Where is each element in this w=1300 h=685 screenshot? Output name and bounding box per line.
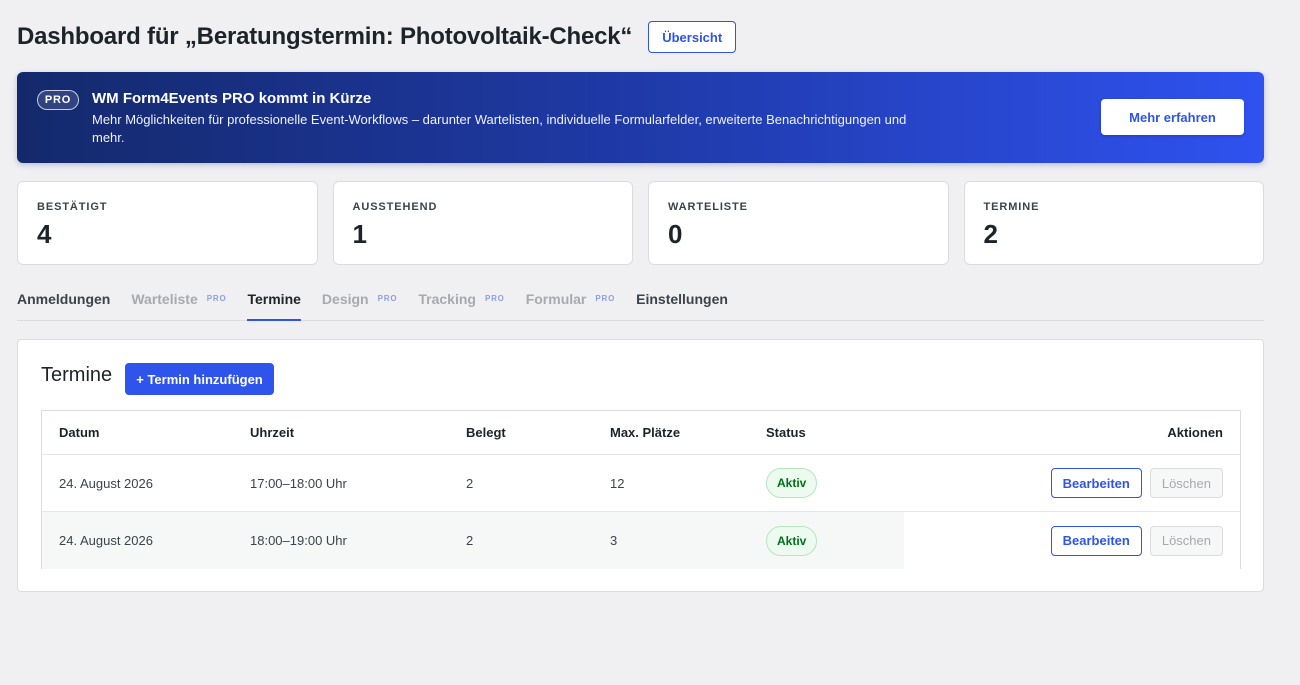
edit-button[interactable]: Bearbeiten	[1050, 468, 1142, 498]
stat-card-confirmed: BESTÄTIGT 4	[17, 181, 318, 265]
stats-row: BESTÄTIGT 4 AUSSTEHEND 1 WARTELISTE 0 TE…	[17, 181, 1264, 265]
cell-uhrzeit: 17:00–18:00 Uhr	[250, 475, 347, 491]
add-date-button[interactable]: + Termin hinzufügen	[125, 363, 274, 395]
stat-value: 1	[352, 219, 367, 249]
tab-warteliste[interactable]: Warteliste PRO	[131, 282, 226, 321]
overview-button[interactable]: Übersicht	[648, 21, 737, 53]
pro-tag: PRO	[484, 294, 505, 303]
cell-belegt: 2	[466, 475, 474, 491]
cell-belegt: 2	[466, 533, 474, 548]
dates-table: Datum Uhrzeit Belegt Max. Plätze Status …	[41, 410, 1241, 569]
tab-label: Warteliste	[131, 291, 198, 307]
termine-panel: Termine + Termin hinzufügen Datum Uhrzei…	[17, 339, 1264, 592]
row-actions: Bearbeiten Löschen	[1050, 512, 1223, 569]
tab-design[interactable]: Design PRO	[322, 282, 397, 321]
tab-label: Tracking	[418, 291, 476, 307]
tab-label: Termine	[247, 291, 301, 307]
column-header-datum: Datum	[59, 425, 100, 440]
page-header: Dashboard für „Beratungstermin: Photovol…	[17, 21, 737, 53]
panel-title: Termine	[41, 364, 113, 386]
cell-status: Aktiv	[766, 455, 818, 511]
tab-termine[interactable]: Termine	[247, 282, 301, 321]
tab-label: Einstellungen	[636, 291, 728, 307]
cell-uhrzeit: 18:00–19:00 Uhr	[250, 533, 347, 548]
column-header-max: Max. Plätze	[610, 425, 681, 440]
stat-value: 4	[37, 219, 52, 249]
pro-tag: PRO	[377, 294, 398, 303]
stat-card-dates: TERMINE 2	[963, 181, 1264, 265]
column-header-status: Status	[766, 425, 806, 440]
stat-label: TERMINE	[983, 201, 1040, 213]
row-actions: Bearbeiten Löschen	[1050, 455, 1223, 511]
column-header-belegt: Belegt	[466, 425, 506, 440]
stat-value: 0	[668, 219, 683, 249]
tab-anmeldungen[interactable]: Anmeldungen	[17, 282, 110, 321]
page-title: Dashboard für „Beratungstermin: Photovol…	[17, 23, 633, 50]
tab-bar: Anmeldungen Warteliste PRO Termine Desig…	[17, 282, 1264, 321]
table-header-row: Datum Uhrzeit Belegt Max. Plätze Status …	[42, 411, 1240, 455]
pro-tag: PRO	[206, 294, 227, 303]
status-badge: Aktiv	[766, 525, 818, 556]
cell-max: 12	[610, 475, 625, 491]
tab-label: Anmeldungen	[17, 291, 111, 307]
stat-card-waitlist: WARTELISTE 0	[648, 181, 949, 265]
tab-formular[interactable]: Formular PRO	[526, 282, 615, 321]
status-badge: Aktiv	[766, 468, 818, 498]
tab-label: Formular	[525, 291, 587, 307]
cell-datum: 24. August 2026	[59, 475, 153, 491]
stat-label: WARTELISTE	[668, 201, 748, 213]
pro-banner: PRO WM Form4Events PRO kommt in Kürze Me…	[17, 72, 1264, 163]
edit-button[interactable]: Bearbeiten	[1050, 525, 1142, 556]
tab-einstellungen[interactable]: Einstellungen	[636, 282, 728, 321]
tab-tracking[interactable]: Tracking PRO	[418, 282, 504, 321]
cell-max: 3	[610, 533, 618, 548]
table-row: 24. August 2026 17:00–18:00 Uhr 2 12 Akt…	[42, 455, 1240, 512]
pro-badge: PRO	[37, 90, 79, 110]
stat-label: AUSSTEHEND	[352, 201, 438, 213]
cell-status: Aktiv	[766, 512, 818, 569]
column-header-uhrzeit: Uhrzeit	[250, 425, 295, 440]
column-header-aktionen: Aktionen	[1167, 425, 1223, 440]
page: Dashboard für „Beratungstermin: Photovol…	[0, 0, 1300, 685]
banner-text: Mehr Möglichkeiten für professionelle Ev…	[92, 112, 907, 145]
table-row: 24. August 2026 18:00–19:00 Uhr 2 3 Akti…	[42, 512, 1240, 569]
cell-datum: 24. August 2026	[59, 533, 153, 548]
pro-tag: PRO	[595, 294, 616, 303]
stat-label: BESTÄTIGT	[37, 201, 108, 213]
banner-title: WM Form4Events PRO kommt in Kürze	[92, 90, 372, 107]
delete-button[interactable]: Löschen	[1149, 525, 1223, 556]
stat-card-pending: AUSSTEHEND 1	[332, 181, 633, 265]
stat-value: 2	[983, 219, 998, 249]
delete-button[interactable]: Löschen	[1149, 468, 1223, 498]
learn-more-button[interactable]: Mehr erfahren	[1101, 99, 1244, 135]
tab-label: Design	[321, 291, 369, 307]
